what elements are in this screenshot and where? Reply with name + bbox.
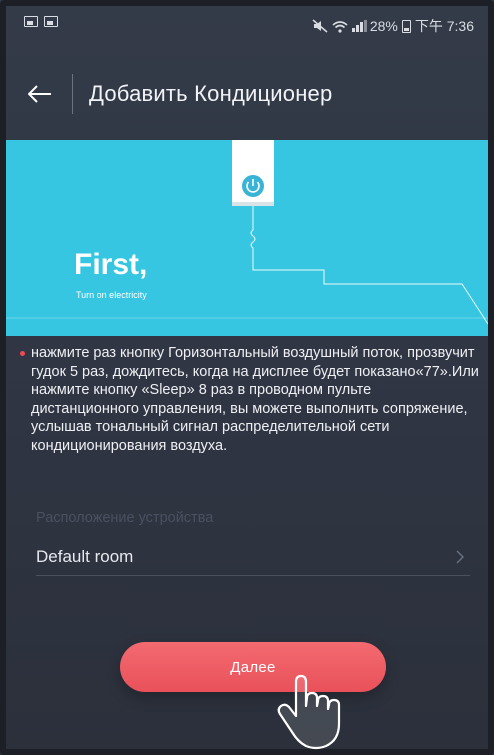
battery-percent: 28% [369,18,398,34]
hand-pointer-icon [277,674,341,750]
arrow-left-icon [28,85,51,103]
room-selector[interactable]: Default room [36,538,470,576]
room-name: Default room [36,546,134,566]
image-icon [44,16,58,27]
status-right: 28% 下午 7:36 [312,16,474,36]
wifi-icon [332,20,348,33]
image-icon [24,16,38,27]
app-header: Добавить Кондиционер [0,56,494,132]
socket-illustration [6,140,488,325]
mute-icon [312,19,328,33]
location-label: Расположение устройства [36,510,214,526]
bullet-dot [20,351,25,356]
status-bar: 28% 下午 7:36 [0,0,494,56]
status-time: 下午 7:36 [414,18,474,34]
instruction-item: нажмите раз кнопку Горизонтальный воздуш… [20,344,480,456]
status-left [24,16,58,27]
battery-icon [401,19,411,33]
back-button[interactable] [8,64,72,124]
illustration-heading: First, [74,248,148,281]
illustration-subheading: Turn on electricity [76,290,147,300]
page-title: Добавить Кондиционер [89,81,333,106]
chevron-right-icon [456,550,464,563]
header-divider [72,74,73,114]
signal-icon [351,20,367,32]
next-button-label: Далее [230,658,276,676]
pairing-illustration: First, Turn on electricity [6,140,488,336]
instruction-text: нажмите раз кнопку Горизонтальный воздуш… [31,345,479,454]
